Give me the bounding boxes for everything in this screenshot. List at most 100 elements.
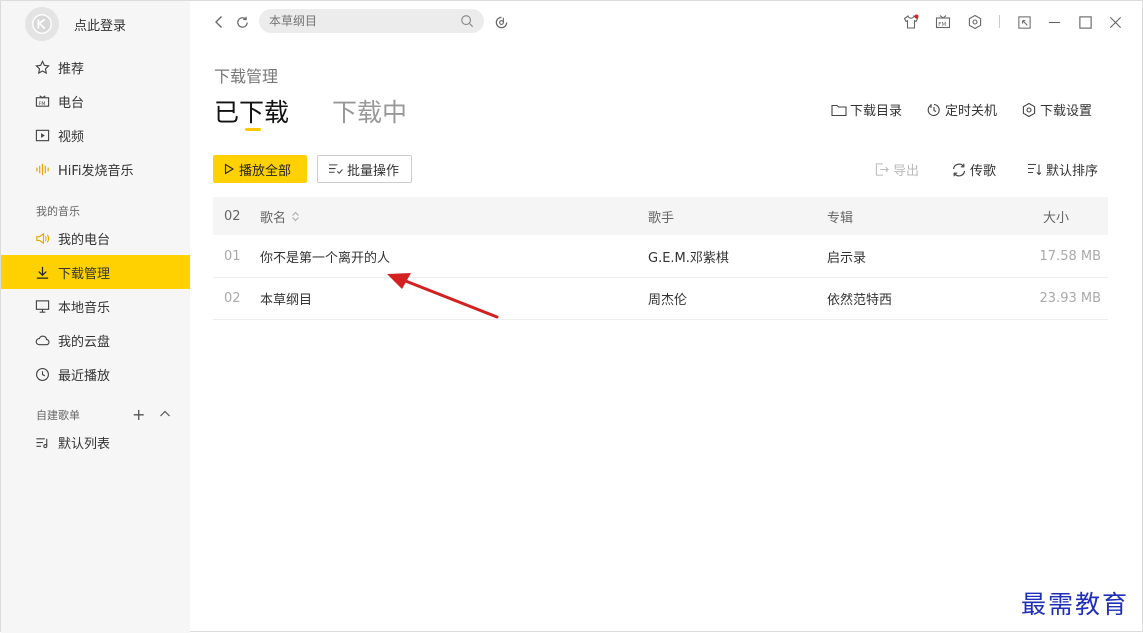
search-icon[interactable] (460, 13, 474, 32)
add-playlist-icon[interactable]: + (132, 405, 145, 424)
song-artist[interactable]: G.E.M.邓紫棋 (648, 236, 729, 277)
avatar[interactable] (25, 7, 59, 41)
skin-icon[interactable] (903, 14, 919, 30)
fm-icon[interactable]: FM (935, 14, 951, 30)
sidebar-item-label: 视频 (58, 129, 85, 145)
table-row[interactable]: 01 你不是第一个离开的人 G.E.M.邓紫棋 启示录 17.58 MB (213, 236, 1108, 278)
row-number: 01 (224, 249, 241, 264)
sidebar-item-label: 默认列表 (58, 436, 111, 452)
download-icon (34, 264, 50, 280)
play-all-button[interactable]: 播放全部 (213, 155, 307, 183)
sidebar-item-label: 最近播放 (58, 368, 111, 384)
toolbar-divider (999, 15, 1000, 28)
download-settings-label: 下载设置 (1040, 104, 1093, 119)
sidebar-item-cloud[interactable]: 我的云盘 (1, 323, 190, 357)
playlist-icon (34, 434, 50, 450)
sidebar-item-label: HiFi发烧音乐 (58, 163, 134, 179)
song-title[interactable]: 你不是第一个离开的人 (260, 236, 390, 277)
table-row[interactable]: 02 本草纲目 周杰伦 依然范特西 23.93 MB (213, 278, 1108, 320)
sidebar: 点此登录 推荐 FM 电台 视频 HiFi发烧音乐 我的音乐 我的电台 下载管理 (1, 1, 190, 633)
sidebar-item-my-radio[interactable]: 我的电台 (1, 221, 190, 255)
page-title: 下载管理 (214, 67, 279, 86)
column-album: 专辑 (827, 210, 854, 226)
maximize-icon[interactable] (1077, 14, 1093, 30)
column-title-label: 歌名 (260, 210, 287, 226)
export-button[interactable]: 导出 (874, 160, 919, 179)
sort-button[interactable]: 默认排序 (1027, 160, 1098, 179)
song-artist[interactable]: 周杰伦 (648, 278, 687, 319)
sidebar-item-label: 我的电台 (58, 232, 111, 248)
app-window: 点此登录 推荐 FM 电台 视频 HiFi发烧音乐 我的音乐 我的电台 下载管理 (0, 0, 1143, 633)
settings-icon[interactable] (967, 14, 983, 30)
sort-arrows-icon (292, 211, 299, 221)
timer-shutdown-label: 定时关机 (945, 104, 998, 119)
timer-shutdown-button[interactable]: 定时关机 (926, 100, 997, 119)
track-count: 02 (224, 208, 241, 224)
sidebar-item-label: 本地音乐 (58, 300, 111, 316)
waveform-icon (34, 161, 50, 177)
sidebar-item-local-music[interactable]: 本地音乐 (1, 289, 190, 323)
sidebar-item-label: 下载管理 (58, 266, 111, 282)
play-all-label: 播放全部 (239, 163, 292, 179)
folder-icon (831, 104, 847, 116)
monitor-icon (34, 298, 50, 314)
video-icon (34, 127, 50, 143)
column-title[interactable]: 歌名 (260, 197, 300, 235)
refresh-icon[interactable] (234, 14, 250, 30)
tab-downloading[interactable]: 下载中 (332, 93, 407, 129)
user-logo-icon (32, 14, 52, 34)
close-icon[interactable] (1107, 14, 1123, 30)
watermark: 最需教育 (1021, 590, 1130, 619)
sidebar-item-recent[interactable]: 最近播放 (1, 357, 190, 391)
download-dir-label: 下载目录 (850, 104, 903, 119)
user-area[interactable]: 点此登录 (25, 7, 126, 41)
section-label-playlists: 自建歌单 (36, 409, 80, 422)
row-number: 02 (224, 291, 241, 306)
search-box[interactable] (259, 9, 484, 33)
settings-hex-icon (1022, 102, 1036, 117)
mini-mode-icon[interactable] (1016, 14, 1032, 30)
sidebar-item-hifi[interactable]: HiFi发烧音乐 (1, 152, 190, 186)
speaker-icon (34, 230, 50, 246)
sidebar-item-label: 电台 (58, 95, 85, 111)
batch-operation-label: 批量操作 (347, 163, 400, 179)
section-label-my-music: 我的音乐 (36, 205, 80, 218)
sort-label: 默认排序 (1046, 164, 1099, 179)
radio-icon: FM (34, 93, 50, 109)
transfer-button[interactable]: 传歌 (951, 160, 996, 179)
song-title[interactable]: 本草纲目 (260, 278, 312, 319)
chevron-up-icon[interactable] (159, 405, 171, 424)
cloud-icon (34, 332, 50, 348)
sort-icon (1028, 163, 1042, 176)
export-icon (875, 163, 889, 176)
sidebar-item-default-playlist[interactable]: 默认列表 (1, 425, 190, 459)
tab-downloaded[interactable]: 已下载 (214, 93, 289, 129)
tab-active-indicator (245, 128, 261, 131)
sidebar-item-downloads[interactable]: 下载管理 (1, 255, 190, 289)
back-icon[interactable] (211, 14, 227, 30)
sidebar-item-label: 我的云盘 (58, 334, 111, 350)
song-size: 17.58 MB (1039, 249, 1101, 264)
export-label: 导出 (893, 164, 920, 179)
download-settings-button[interactable]: 下载设置 (1021, 100, 1092, 119)
song-album[interactable]: 启示录 (827, 236, 866, 277)
column-artist: 歌手 (648, 210, 675, 226)
login-link[interactable]: 点此登录 (74, 15, 126, 34)
transfer-label: 传歌 (970, 164, 997, 179)
download-dir-button[interactable]: 下载目录 (831, 100, 902, 119)
batch-operation-button[interactable]: 批量操作 (317, 155, 412, 183)
sidebar-item-radio[interactable]: FM 电台 (1, 84, 190, 118)
search-input[interactable] (269, 14, 449, 28)
batch-list-icon (329, 163, 343, 174)
minimize-icon[interactable] (1046, 14, 1062, 30)
transfer-icon (952, 163, 966, 176)
timer-icon (927, 103, 940, 116)
song-size: 23.93 MB (1039, 291, 1101, 306)
column-size: 大小 (1043, 210, 1070, 226)
table-header: 02 歌名 歌手 专辑 大小 (213, 197, 1108, 235)
sidebar-item-video[interactable]: 视频 (1, 118, 190, 152)
sidebar-item-recommend[interactable]: 推荐 (1, 50, 190, 84)
star-icon (34, 59, 50, 75)
song-album[interactable]: 依然范特西 (827, 278, 892, 319)
voice-search-icon[interactable] (493, 14, 509, 30)
